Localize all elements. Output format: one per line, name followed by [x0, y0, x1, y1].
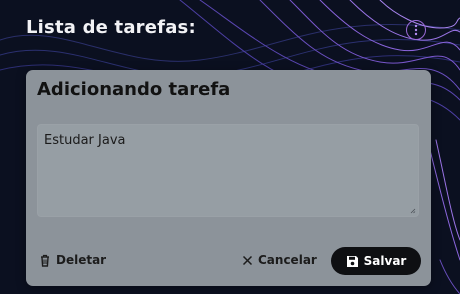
trash-icon: [41, 254, 49, 267]
kebab-menu-icon[interactable]: [406, 20, 426, 40]
save-button[interactable]: Salvar: [331, 247, 421, 275]
delete-label: Deletar: [56, 253, 107, 267]
resize-handle-icon[interactable]: [410, 208, 416, 214]
delete-button[interactable]: Deletar: [39, 253, 106, 267]
task-text: Estudar Java: [44, 133, 126, 148]
page-title: Lista de tarefas:: [26, 17, 196, 38]
task-editor-card: Adicionando tarefa Estudar Java Deletar …: [26, 70, 431, 286]
card-title: Adicionando tarefa: [37, 79, 231, 100]
task-textarea[interactable]: Estudar Java: [37, 124, 419, 217]
save-label: Salvar: [363, 254, 407, 268]
floppy-disk-icon: [346, 255, 358, 267]
cancel-button[interactable]: Cancelar: [242, 253, 317, 267]
close-icon: [242, 255, 253, 265]
cancel-label: Cancelar: [258, 253, 317, 267]
